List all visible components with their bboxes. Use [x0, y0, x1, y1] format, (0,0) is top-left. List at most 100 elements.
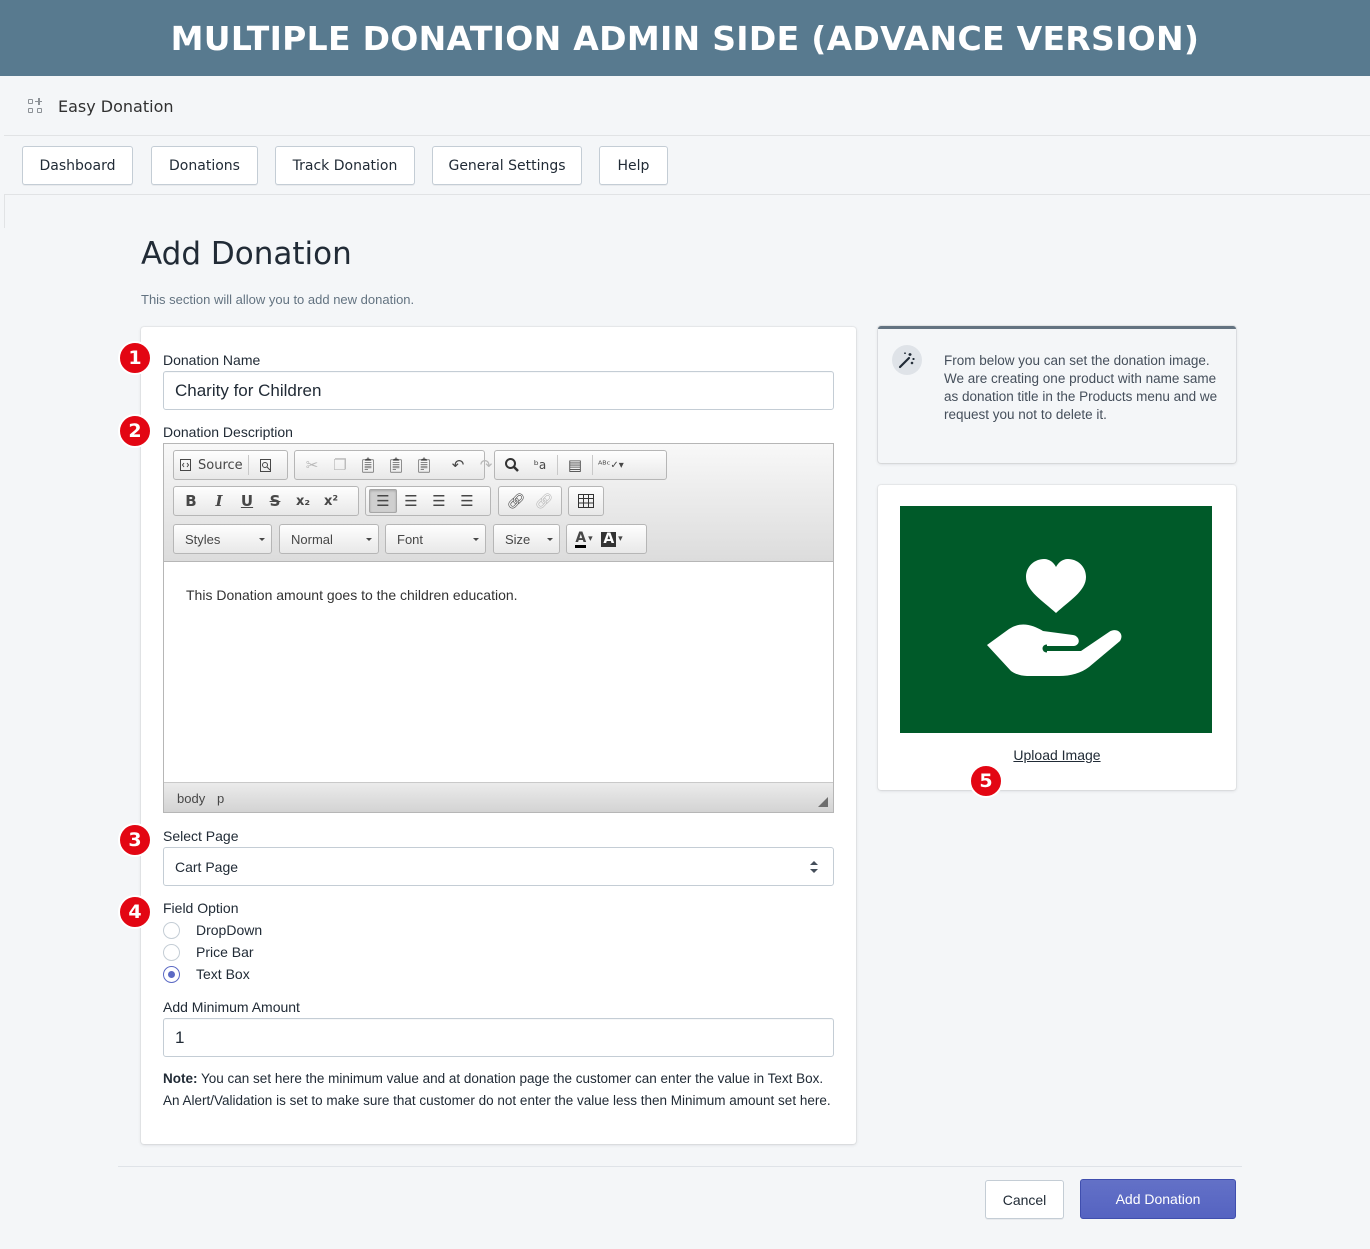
radio-label: Price Bar [196, 944, 254, 960]
replace-icon[interactable]: ᵇa [526, 453, 554, 477]
editor-statusbar: body p [164, 782, 833, 812]
resize-handle-icon[interactable] [818, 797, 828, 807]
image-info-banner: From below you can set the donation imag… [878, 326, 1236, 463]
source-button[interactable]: Source [177, 453, 245, 477]
rich-text-editor: Source ✂ ❐ 📋︎ 📋︎ 📋︎ ↶ ↷ ᵇa ▤ ᴬᴮᶜ✓▾ B I U… [163, 443, 834, 813]
align-center-icon[interactable]: ☰ [397, 489, 425, 513]
select-page-dropdown[interactable]: Cart Page [163, 847, 834, 886]
radio-button[interactable] [163, 965, 180, 983]
field-option-label: Field Option [163, 900, 239, 916]
editor-content[interactable]: This Donation amount goes to the childre… [186, 587, 518, 603]
format-dropdown[interactable]: Normal [279, 524, 379, 554]
radio-dropdown[interactable]: DropDown [163, 920, 262, 940]
min-amount-label: Add Minimum Amount [163, 999, 300, 1015]
banner-title: MULTIPLE DONATION ADMIN SIDE (ADVANCE VE… [170, 18, 1200, 58]
background-color-icon[interactable]: A ▾ [598, 527, 626, 551]
text-color-icon[interactable]: A ▾ [570, 527, 598, 551]
radio-label: Text Box [196, 966, 250, 982]
align-justify-icon[interactable]: ☰ [453, 489, 481, 513]
styles-dropdown[interactable]: Styles [173, 524, 272, 554]
unlink-icon[interactable]: 🔗︎ [530, 489, 558, 513]
note-text: You can set here the minimum value and a… [163, 1071, 831, 1108]
paste-icon[interactable]: 📋︎ [354, 453, 382, 477]
copy-icon[interactable]: ❐ [326, 453, 354, 477]
apps-icon[interactable] [28, 97, 44, 115]
toolbar-group-insert [568, 486, 604, 516]
radio-button[interactable] [163, 921, 180, 939]
nav-help-button[interactable]: Help [599, 146, 668, 185]
heart-hand-icon [987, 558, 1122, 676]
italic-icon[interactable]: I [205, 489, 233, 513]
font-dropdown[interactable]: Font [385, 524, 486, 554]
undo-icon[interactable]: ↶ [444, 453, 472, 477]
toolbar-group-links: 🔗︎ 🔗︎ [498, 486, 562, 516]
size-label: Size [505, 531, 531, 547]
font-label: Font [397, 531, 424, 547]
donation-image-card: Upload Image [878, 485, 1236, 790]
toolbar-group-basicstyles: B I U S x₂ x² [173, 486, 359, 516]
chevron-down-icon [473, 538, 479, 541]
paste-text-icon[interactable]: 📋︎ [382, 453, 410, 477]
chevron-down-icon [259, 538, 265, 541]
align-right-icon[interactable]: ☰ [425, 489, 453, 513]
toolbar-group-clipboard: ✂ ❐ 📋︎ 📋︎ 📋︎ ↶ ↷ [294, 450, 492, 480]
min-amount-input[interactable]: 1 [163, 1018, 834, 1057]
top-nav: Dashboard Donations Track Donation Gener… [4, 137, 1370, 195]
page-subtitle: This section will allow you to add new d… [141, 292, 415, 307]
min-amount-note: Note: You can set here the minimum value… [163, 1068, 835, 1112]
select-all-icon[interactable]: ▤ [561, 453, 589, 477]
app-bar: Easy Donation [4, 78, 1370, 136]
size-dropdown[interactable]: Size [493, 524, 560, 554]
annotation-badge-5: 5 [969, 764, 1003, 798]
spellcheck-icon[interactable]: ᴬᴮᶜ✓▾ [596, 453, 626, 477]
toolbar-group-document: Source [173, 450, 288, 480]
subscript-icon[interactable]: x₂ [289, 489, 317, 513]
path-p[interactable]: p [217, 791, 224, 806]
paste-word-icon[interactable]: 📋︎ [410, 453, 438, 477]
path-body[interactable]: body [177, 791, 205, 806]
nav-donations-button[interactable]: Donations [151, 146, 258, 185]
annotation-badge-2: 2 [118, 414, 152, 448]
donation-name-label: Donation Name [163, 352, 261, 368]
styles-label: Styles [185, 531, 221, 547]
source-icon [180, 459, 191, 471]
banner: MULTIPLE DONATION ADMIN SIDE (ADVANCE VE… [0, 0, 1370, 76]
preview-icon[interactable] [252, 453, 280, 477]
donation-description-label: Donation Description [163, 424, 293, 440]
underline-icon[interactable]: U [233, 489, 261, 513]
cut-icon[interactable]: ✂ [298, 453, 326, 477]
link-icon[interactable]: 🔗︎ [502, 489, 530, 513]
select-arrows-icon [810, 861, 818, 874]
chevron-down-icon [547, 538, 553, 541]
format-label: Normal [291, 531, 333, 547]
select-page-value: Cart Page [175, 858, 239, 875]
image-info-text: From below you can set the donation imag… [944, 353, 1218, 422]
editor-toolbar: Source ✂ ❐ 📋︎ 📋︎ 📋︎ ↶ ↷ ᵇa ▤ ᴬᴮᶜ✓▾ B I U… [164, 444, 833, 562]
find-icon[interactable] [498, 453, 526, 477]
note-prefix: Note: [163, 1071, 198, 1086]
table-icon[interactable] [572, 489, 600, 513]
radio-price-bar[interactable]: Price Bar [163, 942, 254, 962]
nav-general-settings-button[interactable]: General Settings [432, 146, 582, 185]
page-title: Add Donation [141, 236, 352, 272]
nav-dashboard-button[interactable]: Dashboard [22, 146, 133, 185]
donation-name-input[interactable]: Charity for Children [163, 371, 834, 410]
nav-track-donation-button[interactable]: Track Donation [275, 146, 415, 185]
select-page-label: Select Page [163, 828, 239, 844]
toolbar-group-colors: A ▾ A ▾ [566, 524, 647, 554]
cancel-button[interactable]: Cancel [985, 1180, 1064, 1219]
magic-wand-icon [892, 345, 922, 375]
footer-divider [118, 1166, 1242, 1167]
bold-icon[interactable]: B [177, 489, 205, 513]
superscript-icon[interactable]: x² [317, 489, 345, 513]
annotation-badge-4: 4 [118, 895, 152, 929]
add-donation-button[interactable]: Add Donation [1080, 1179, 1236, 1219]
upload-image-link[interactable]: Upload Image [878, 747, 1236, 763]
strikethrough-icon[interactable]: S [261, 489, 289, 513]
align-left-icon[interactable]: ☰ [369, 489, 397, 513]
radio-text-box[interactable]: Text Box [163, 964, 250, 984]
app-name[interactable]: Easy Donation [58, 97, 174, 116]
chevron-down-icon [366, 538, 372, 541]
radio-button[interactable] [163, 943, 180, 961]
toolbar-group-editing: ᵇa ▤ ᴬᴮᶜ✓▾ [494, 450, 667, 480]
